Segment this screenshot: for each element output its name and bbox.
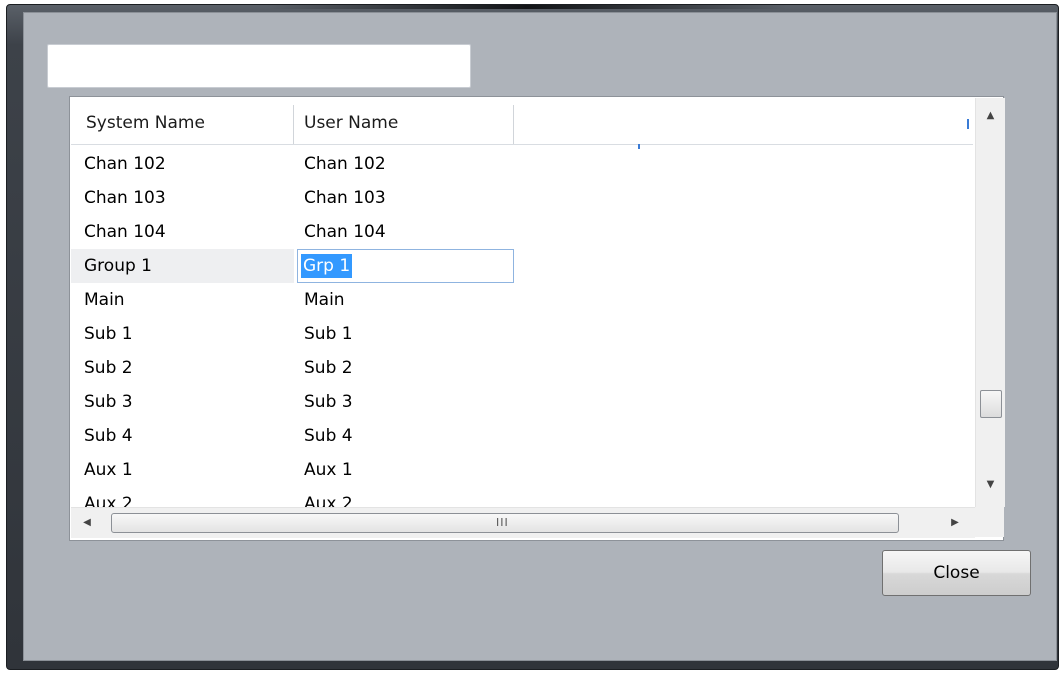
scrollbar-corner [975,507,1004,537]
header-user-name[interactable]: User Name [294,103,514,144]
user-name-cell[interactable]: Sub 3 [294,385,514,419]
system-name-cell[interactable]: Sub 4 [71,419,294,453]
user-name-cell[interactable]: Chan 102 [294,147,514,181]
scroll-up-icon[interactable]: ▲ [976,104,1005,128]
system-name-cell[interactable]: Chan 103 [71,181,294,215]
user-name-cell[interactable]: Main [294,283,514,317]
table-row[interactable]: Chan 104 Chan 104 [71,215,973,249]
table-row[interactable]: Sub 4 Sub 4 [71,419,973,453]
system-name-cell[interactable]: Sub 1 [71,317,294,351]
scroll-left-icon[interactable]: ◀ [75,508,99,538]
system-name-cell[interactable]: Aux 1 [71,453,294,487]
grid-header: System Name User Name [71,103,973,145]
user-name-cell[interactable]: Chan 104 [294,215,514,249]
horizontal-scrollbar[interactable]: ◀ III ▶ [71,507,975,538]
selected-text[interactable]: Grp 1 [301,254,353,278]
table-row[interactable]: Sub 3 Sub 3 [71,385,973,419]
user-name-cell[interactable]: Chan 103 [294,181,514,215]
user-name-cell[interactable]: Sub 1 [294,317,514,351]
system-name-cell[interactable]: Group 1 [71,249,294,283]
user-name-cell[interactable]: Aux 1 [294,453,514,487]
grid-rows: Chan 102 Chan 102 Chan 103 Chan 103 Chan 104… [71,147,973,507]
table-row[interactable]: Chan 102 Chan 102 [71,147,973,181]
user-name-cell[interactable]: Aux 2 [294,487,514,507]
system-name-cell[interactable]: Sub 3 [71,385,294,419]
table-row[interactable]: Sub 1 Sub 1 [71,317,973,351]
scroll-grip-icon: III [496,516,509,529]
user-name-cell[interactable]: Sub 2 [294,351,514,385]
table-row[interactable]: Group 1 Grp 1 [71,249,973,283]
table-row[interactable]: Aux 2 Aux 2 [71,487,973,507]
names-grid: System Name User Name Chan 102 Chan 102 Ch… [69,96,1005,541]
scroll-down-icon[interactable]: ▼ [976,473,1005,497]
column-resize-marker [967,119,969,129]
frame-highlight [267,5,787,9]
table-row[interactable]: Aux 1 Aux 1 [71,453,973,487]
vertical-scroll-thumb[interactable] [980,390,1002,418]
user-name-cell[interactable]: Sub 4 [294,419,514,453]
header-system-name[interactable]: System Name [71,103,294,144]
name-field[interactable] [47,44,471,88]
header-empty-column[interactable] [514,103,974,144]
table-row[interactable]: Sub 2 Sub 2 [71,351,973,385]
scroll-right-icon[interactable]: ▶ [943,508,967,538]
vertical-scrollbar[interactable]: ▲ ▼ [975,98,1005,507]
user-name-edit-field[interactable]: Grp 1 [297,249,514,283]
system-name-cell[interactable]: Chan 102 [71,147,294,181]
close-button[interactable]: Close [882,550,1031,596]
table-row[interactable]: Chan 103 Chan 103 [71,181,973,215]
horizontal-scroll-thumb[interactable]: III [111,513,899,533]
system-name-cell[interactable]: Aux 2 [71,487,294,507]
system-name-cell[interactable]: Chan 104 [71,215,294,249]
table-row[interactable]: Main Main [71,283,973,317]
system-name-cell[interactable]: Main [71,283,294,317]
system-name-cell[interactable]: Sub 2 [71,351,294,385]
